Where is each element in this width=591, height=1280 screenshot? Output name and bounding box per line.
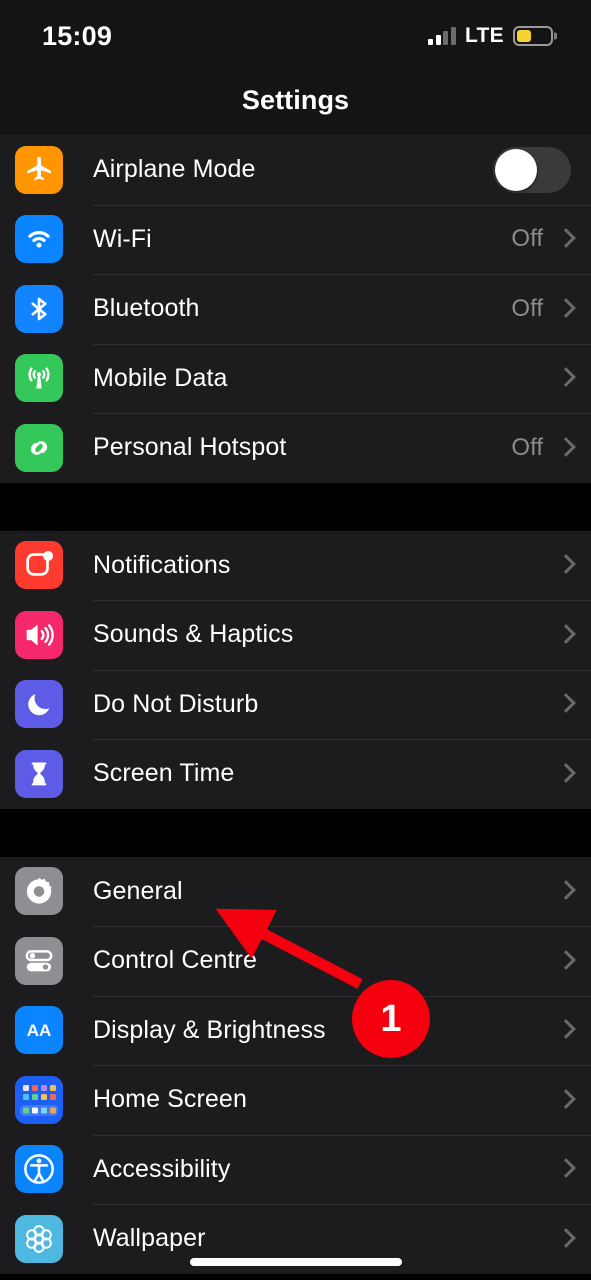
- chevron-right-icon: [559, 437, 571, 459]
- settings-row-label: Personal Hotspot: [93, 433, 287, 462]
- accessibility-icon: [15, 1145, 63, 1194]
- wallpaper-icon: [15, 1214, 63, 1263]
- notifications-icon: [15, 541, 63, 590]
- settings-row-do-not-disturb[interactable]: Do Not Disturb: [0, 669, 591, 739]
- home-screen-icon: [15, 1075, 63, 1124]
- settings-row-label: General: [93, 876, 183, 905]
- battery-icon: [513, 26, 553, 46]
- settings-row-label: Bluetooth: [93, 294, 200, 323]
- settings-row-label: Mobile Data: [93, 363, 228, 392]
- navigation-bar: Settings: [0, 66, 591, 135]
- settings-row-home-screen[interactable]: Home Screen: [0, 1065, 591, 1135]
- settings-list: Airplane Mode Wi-Fi Off Bluetooth Off Mobile …: [0, 135, 591, 1274]
- chevron-right-icon: [559, 693, 571, 715]
- settings-row-mobile-data[interactable]: Mobile Data: [0, 343, 591, 413]
- status-bar: 15:09 LTE: [0, 0, 591, 66]
- settings-row-label: Sounds & Haptics: [93, 620, 294, 649]
- chevron-right-icon: [559, 1228, 571, 1250]
- settings-row-control-centre[interactable]: Control Centre: [0, 926, 591, 996]
- settings-row-value: Off: [511, 433, 543, 461]
- settings-row-accessibility[interactable]: Accessibility: [0, 1134, 591, 1204]
- gear-icon: [15, 867, 63, 916]
- settings-row-label: Wallpaper: [93, 1224, 206, 1253]
- settings-screen: 15:09 LTE Settings Airplane Mode Wi-Fi Off…: [0, 0, 591, 1280]
- settings-row-general[interactable]: General: [0, 856, 591, 926]
- chevron-right-icon: [559, 1089, 571, 1111]
- sounds-icon: [15, 610, 63, 659]
- group-separator: [0, 482, 591, 531]
- cellular-signal-icon: [428, 27, 456, 45]
- settings-row-wi-fi[interactable]: Wi-Fi Off: [0, 204, 591, 274]
- bluetooth-icon: [15, 284, 63, 333]
- settings-row-label: Display & Brightness: [93, 1015, 326, 1044]
- settings-row-label: Accessibility: [93, 1154, 231, 1183]
- settings-row-value: Off: [511, 294, 543, 322]
- status-indicators: LTE: [428, 18, 553, 48]
- display-brightness-icon: AA: [15, 1006, 63, 1055]
- chevron-right-icon: [559, 763, 571, 785]
- home-indicator[interactable]: [189, 1258, 402, 1266]
- settings-row-screen-time[interactable]: Screen Time: [0, 739, 591, 809]
- settings-group: Airplane Mode Wi-Fi Off Bluetooth Off Mobile …: [0, 135, 591, 483]
- settings-row-label: Home Screen: [93, 1085, 247, 1114]
- settings-row-airplane-mode[interactable]: Airplane Mode: [0, 135, 591, 205]
- mobile-data-icon: [15, 354, 63, 403]
- chevron-right-icon: [559, 228, 571, 250]
- wifi-icon: [15, 215, 63, 264]
- status-time: 15:09: [42, 20, 113, 51]
- chevron-right-icon: [559, 298, 571, 320]
- chevron-right-icon: [559, 367, 571, 389]
- settings-row-label: Screen Time: [93, 759, 235, 788]
- settings-row-label: Notifications: [93, 550, 231, 579]
- svg-text:AA: AA: [27, 1021, 52, 1040]
- hotspot-icon: [15, 423, 63, 472]
- settings-row-notifications[interactable]: Notifications: [0, 530, 591, 600]
- chevron-right-icon: [559, 554, 571, 576]
- hourglass-icon: [15, 749, 63, 798]
- settings-row-sounds-haptics[interactable]: Sounds & Haptics: [0, 600, 591, 670]
- chevron-right-icon: [559, 880, 571, 902]
- settings-row-personal-hotspot[interactable]: Personal Hotspot Off: [0, 413, 591, 483]
- chevron-right-icon: [559, 1158, 571, 1180]
- settings-row-label: Do Not Disturb: [93, 689, 259, 718]
- chevron-right-icon: [559, 950, 571, 972]
- settings-row-bluetooth[interactable]: Bluetooth Off: [0, 274, 591, 344]
- airplane-mode-toggle[interactable]: [493, 146, 571, 193]
- chevron-right-icon: [559, 1019, 571, 1041]
- network-type-label: LTE: [464, 24, 504, 47]
- settings-row-label: Airplane Mode: [93, 155, 256, 184]
- moon-icon: [15, 680, 63, 729]
- airplane-icon: [15, 145, 63, 194]
- settings-row-label: Wi-Fi: [93, 224, 152, 253]
- settings-group: General Control Centre AA Display & Brightn…: [0, 856, 591, 1274]
- settings-row-label: Control Centre: [93, 946, 257, 975]
- chevron-right-icon: [559, 624, 571, 646]
- page-title: Settings: [241, 85, 350, 115]
- control-centre-icon: [15, 936, 63, 985]
- settings-group: Notifications Sounds & Haptics Do Not Dist…: [0, 530, 591, 809]
- toggle-knob: [495, 148, 537, 191]
- settings-row-value: Off: [511, 225, 543, 253]
- settings-row-display-brightness[interactable]: AA Display & Brightness: [0, 995, 591, 1065]
- group-separator: [0, 808, 591, 857]
